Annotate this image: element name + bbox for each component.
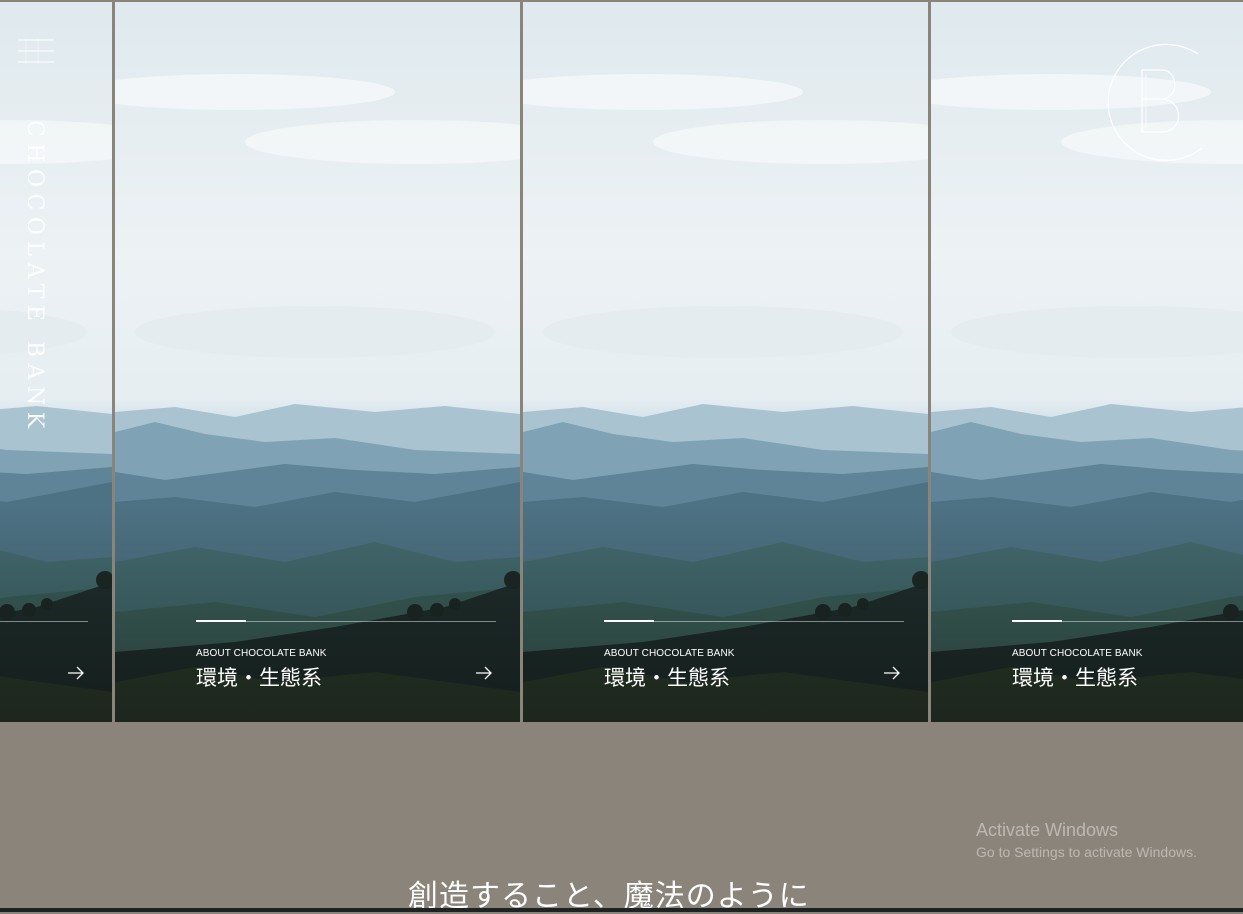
slide-progress-indicator [604,620,654,622]
slide-card[interactable]: ABOUT CHOCOLATE BANK 環境・生態系 [523,2,928,722]
slide-card[interactable]: ABOUT CHOCOLATE BANK 環境・生態系 [115,2,520,722]
slide-kicker: ABOUT CHOCOLATE BANK [1012,648,1143,659]
slide-title[interactable]: 環境・生態系 [1012,662,1138,692]
chocolate-bank-logo-icon[interactable] [1098,40,1208,164]
slide-progress-indicator [196,620,246,622]
slide-kicker: ABOUT CHOCOLATE BANK [196,648,327,659]
landscape-photo [0,2,112,722]
slide-card[interactable] [0,2,112,722]
landscape-photo [115,2,520,722]
arrow-right-icon[interactable] [66,664,86,682]
activation-subtitle: Go to Settings to activate Windows. [976,844,1197,860]
slide-title[interactable]: 環境・生態系 [196,662,322,692]
hamburger-menu-icon[interactable] [18,38,54,64]
slide-title[interactable]: 環境・生態系 [604,662,730,692]
brand-vertical-wordmark[interactable]: CHOCOLATE BANK [21,120,51,450]
slide-progress-track [0,621,88,622]
slide-kicker: ABOUT CHOCOLATE BANK [604,648,735,659]
windows-activation-watermark: Activate Windows Go to Settings to activ… [976,820,1197,860]
activation-title: Activate Windows [976,820,1119,840]
hero-carousel: ABOUT CHOCOLATE BANK 環境・生態系 ABOUT CHOCOL… [0,0,1243,722]
slide-progress-indicator [1012,620,1062,622]
brand-name: CHOCOLATE BANK [22,120,47,435]
arrow-right-icon[interactable] [882,664,902,682]
arrow-right-icon[interactable] [474,664,494,682]
bottom-strip [0,908,1243,912]
landscape-photo [523,2,928,722]
